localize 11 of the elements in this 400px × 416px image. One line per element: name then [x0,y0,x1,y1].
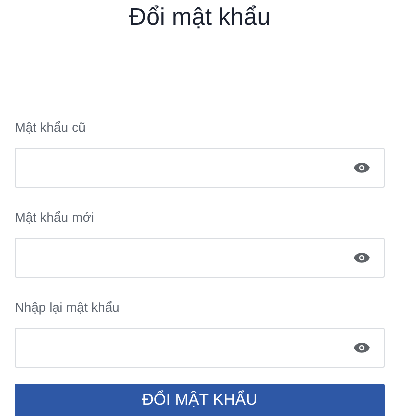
password-field[interactable] [15,238,385,278]
field-label: Mật khẩu cũ [15,120,86,136]
field-label: Mật khẩu mới [15,210,94,226]
change-password-button[interactable]: ĐỔI MẬT KHẨU [15,384,385,416]
eye-icon[interactable] [354,253,370,263]
password-field[interactable] [15,148,385,188]
password-field[interactable] [15,328,385,368]
field-label: Nhập lại mật khẩu [15,300,120,316]
eye-icon[interactable] [354,163,370,173]
page-title: Đổi mật khẩu [129,4,271,32]
eye-icon[interactable] [354,343,370,353]
